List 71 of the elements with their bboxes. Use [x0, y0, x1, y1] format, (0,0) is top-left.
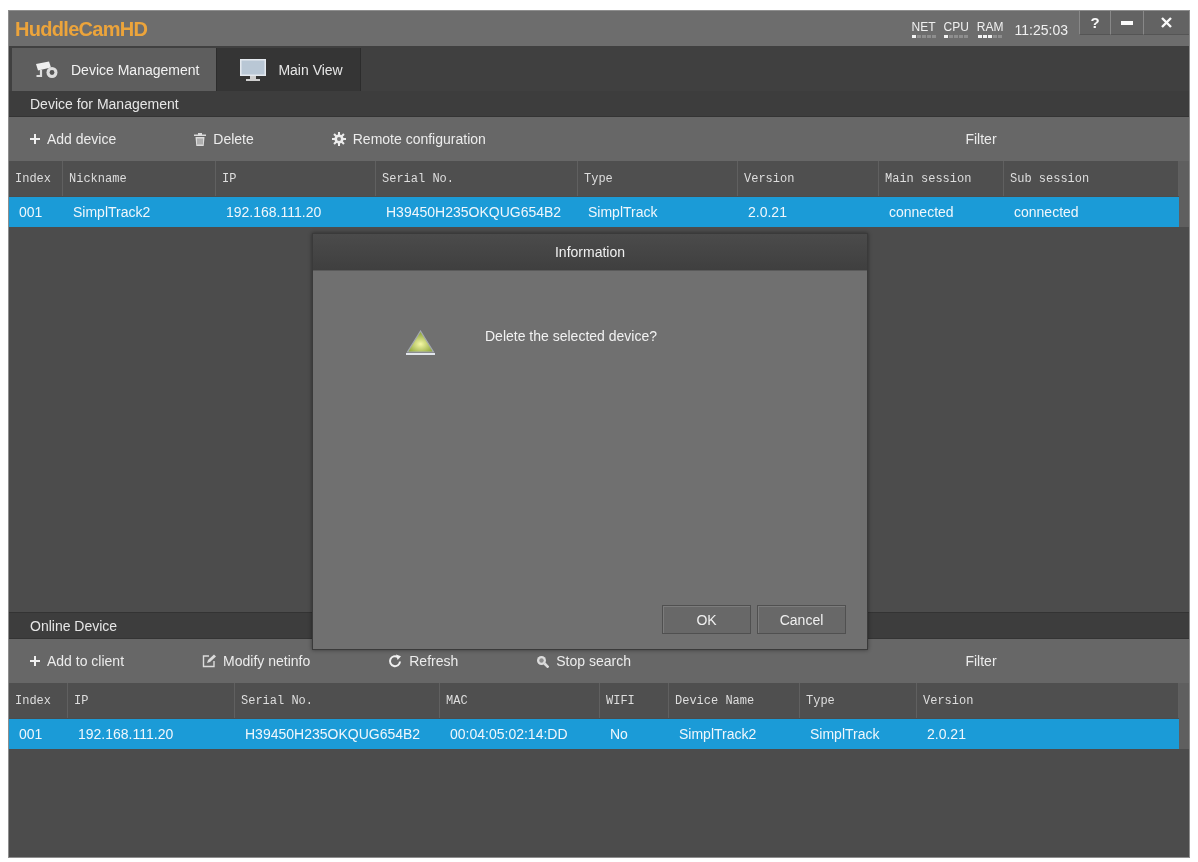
- table-cell-text: 001: [18, 203, 44, 222]
- help-button[interactable]: ?: [1079, 11, 1110, 35]
- toolbar-button[interactable]: Stop search: [536, 653, 631, 669]
- warning-icon: [406, 330, 435, 355]
- gear-icon: [331, 132, 346, 146]
- dialog-message: Delete the selected device?: [485, 328, 657, 344]
- table-cell-text: connected: [1013, 203, 1080, 222]
- tab[interactable]: Main View: [217, 48, 361, 91]
- toolbar-button[interactable]: Modify netinfo: [202, 653, 311, 669]
- column-header: Type: [578, 161, 738, 196]
- table-cell-text: 001: [18, 725, 44, 744]
- plus-icon: [30, 134, 40, 144]
- table-cell-text: 2.0.21: [926, 725, 967, 744]
- column-header: IP: [68, 683, 235, 718]
- table-cell-text: SimplTrack: [587, 203, 659, 222]
- dialog-title: Information: [554, 244, 625, 260]
- toolbar-button[interactable]: Add to client: [30, 653, 125, 669]
- table-cell-text: H39450H235OKQUG654B2: [244, 725, 422, 744]
- refresh-icon: [388, 654, 403, 668]
- column-header: Index: [9, 161, 63, 196]
- meter-label: CPU: [943, 21, 969, 33]
- table-cell-text: SimplTrack2: [678, 725, 758, 744]
- search-icon: [536, 654, 550, 668]
- clock-time: 11:25:03: [1014, 22, 1068, 38]
- filter-label: Filter: [965, 131, 997, 147]
- close-button[interactable]: [1143, 11, 1189, 35]
- monitor-icon: [240, 58, 267, 81]
- filter-label: Filter: [965, 653, 997, 669]
- plus-icon: [30, 656, 40, 666]
- tab[interactable]: Device Management: [12, 48, 218, 91]
- column-header: Main session: [879, 161, 1004, 196]
- table-cell-text: No: [609, 725, 629, 744]
- column-header: Version: [738, 161, 879, 196]
- table-cell-text: 2.0.21: [747, 203, 788, 222]
- toolbar-button[interactable]: Refresh: [388, 653, 459, 669]
- column-header: Nickname: [63, 161, 216, 196]
- table-cell-text: SimplTrack: [809, 725, 881, 744]
- section-title: Online Device: [30, 617, 118, 634]
- table-cell-text: connected: [888, 203, 955, 222]
- table-cell-text: SimplTrack2: [72, 203, 152, 222]
- minimize-button[interactable]: [1110, 11, 1143, 35]
- dialog-button[interactable]: OK: [662, 605, 751, 634]
- column-header: Device Name: [669, 683, 800, 718]
- app-title: HuddleCamHD: [14, 17, 148, 41]
- meter-label: RAM: [976, 21, 1004, 33]
- scrollbar[interactable]: [1179, 683, 1189, 749]
- table-row[interactable]: 001 SimplTrack2 192.168.111.20 H39450H235OKQUG654B2 SimplTrack 2.0.21 connected connected: [9, 197, 1179, 227]
- camera-icon: [35, 59, 59, 80]
- table-cell-text: 00:04:05:02:14:DD: [449, 725, 569, 744]
- meter-label: NET: [911, 21, 936, 33]
- table-cell-text: H39450H235OKQUG654B2: [385, 203, 563, 222]
- close-icon: [1161, 17, 1172, 28]
- column-header: Serial No.: [235, 683, 440, 718]
- minimize-icon: [1121, 20, 1133, 25]
- column-header: Serial No.: [376, 161, 578, 196]
- scrollbar[interactable]: [1179, 161, 1189, 227]
- trash-icon: [194, 132, 207, 146]
- section-title: Device for Management: [30, 95, 179, 112]
- column-header: WIFI: [600, 683, 669, 718]
- column-header: IP: [216, 161, 376, 196]
- dialog-button[interactable]: Cancel: [757, 605, 846, 634]
- table-row[interactable]: 001 192.168.111.20 H39450H235OKQUG654B2 00:04:05:02:14:DD No SimplTrack2 SimplTrack 2.0.21: [9, 719, 1179, 749]
- toolbar-button[interactable]: Delete: [194, 131, 254, 147]
- edit-icon: [202, 654, 217, 668]
- column-header: MAC: [440, 683, 600, 718]
- table-cell-text: 192.168.111.20: [225, 203, 323, 222]
- toolbar-button[interactable]: Remote configuration: [331, 131, 486, 147]
- column-header: Type: [800, 683, 917, 718]
- toolbar-button[interactable]: Add device: [30, 131, 117, 147]
- table-cell-text: 192.168.111.20: [77, 725, 175, 744]
- column-header: Index: [9, 683, 68, 718]
